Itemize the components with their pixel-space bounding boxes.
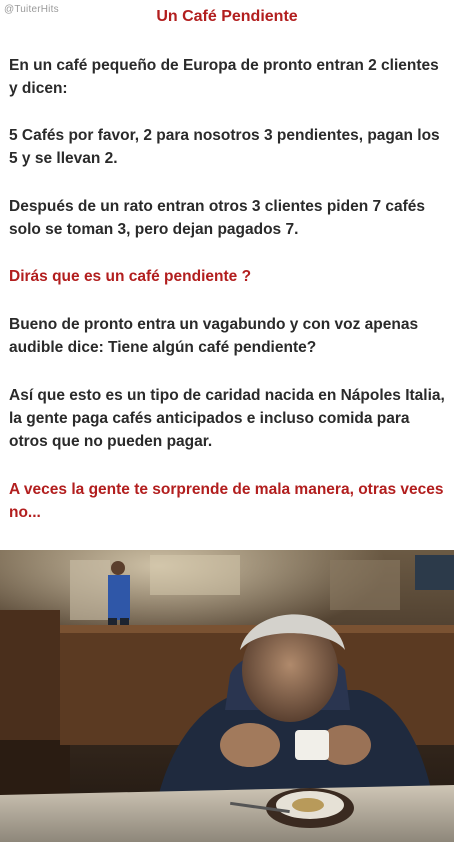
paragraph-question: Dirás que es un café pendiente ? (9, 268, 252, 285)
paragraph-intro: En un café pequeño de Europa de pronto e… (9, 57, 439, 97)
paragraph-explanation: Así que esto es un tipo de caridad nacid… (9, 387, 445, 450)
paragraph-vagabond: Bueno de pronto entra un vagabundo y con… (9, 316, 419, 356)
paragraph-order: 5 Cafés por favor, 2 para nosotros 3 pen… (9, 127, 440, 167)
paragraph-conclusion: A veces la gente te sorprende de mala ma… (9, 481, 444, 521)
page-title: Un Café Pendiente (156, 8, 298, 25)
paragraph-second-order: Después de un rato entran otros 3 client… (9, 198, 426, 238)
cafe-photo (0, 550, 454, 842)
cafe-photo-illustration (0, 550, 454, 842)
